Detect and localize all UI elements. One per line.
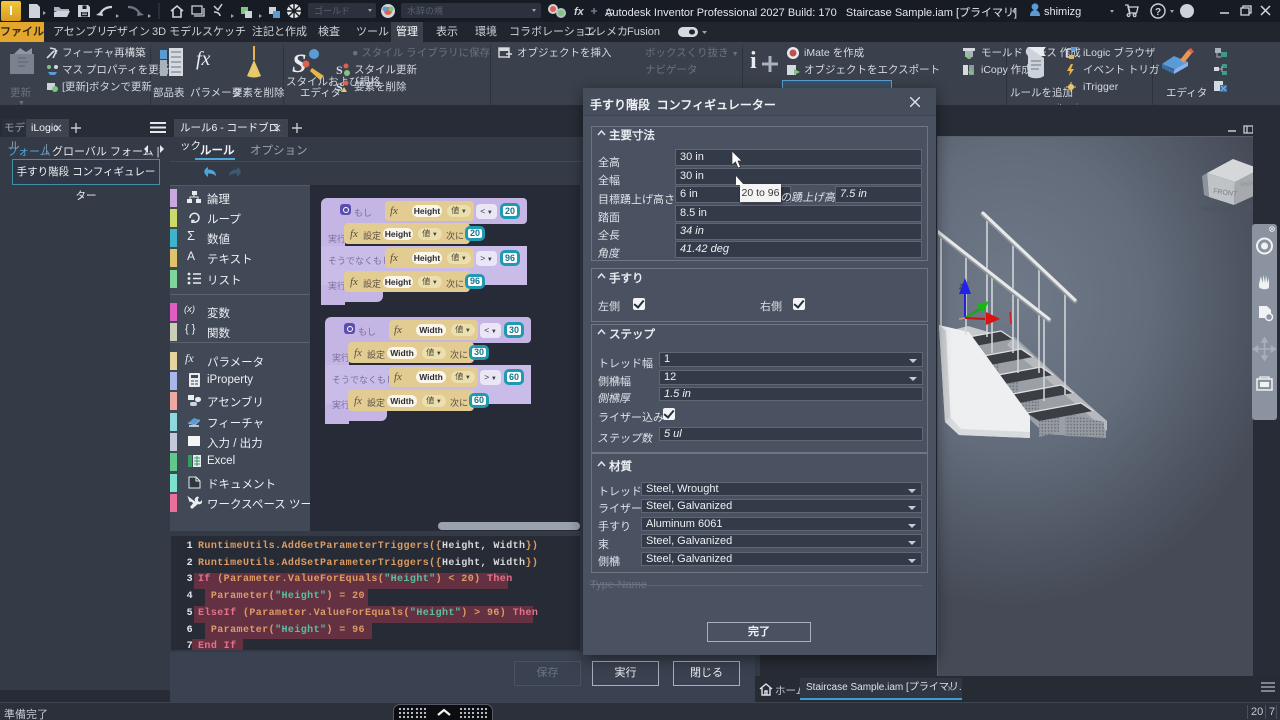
svg-text:Z: Z xyxy=(959,284,964,291)
svg-text:?: ? xyxy=(1155,7,1161,18)
svg-text:i: i xyxy=(750,48,757,74)
svg-text:水辞の規: 水辞の規 xyxy=(407,5,443,16)
svg-text:ゴールド: ゴールド xyxy=(314,5,350,16)
svg-text:shimizg: shimizg xyxy=(1044,6,1081,18)
svg-text:fx: fx xyxy=(574,6,585,18)
svg-text:S: S xyxy=(336,63,343,76)
